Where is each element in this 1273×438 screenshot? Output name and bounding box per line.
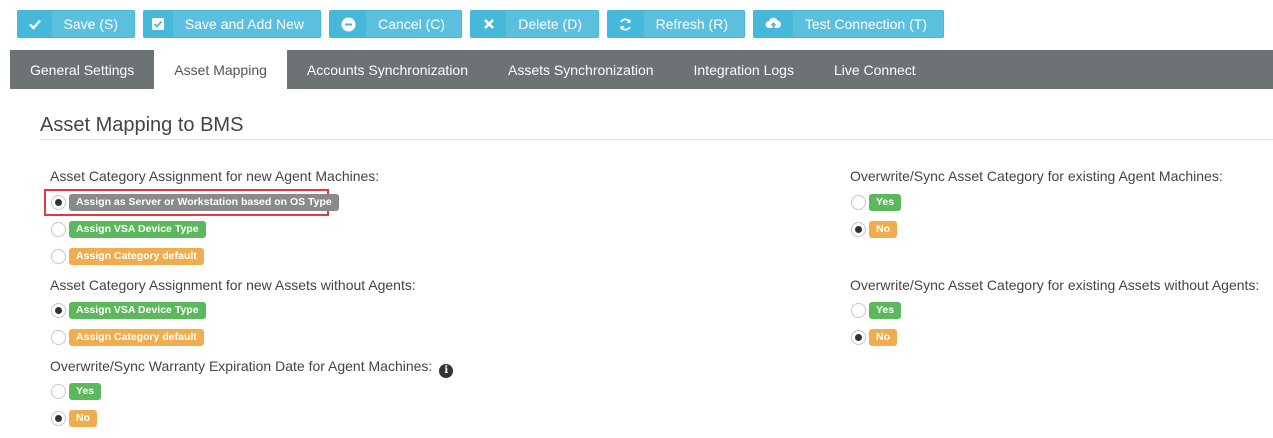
option-badge: Yes [869,301,902,319]
cancel-button[interactable]: Cancel (C) [329,10,462,38]
toolbar: Save (S) Save and Add New Cancel (C) Del… [17,10,952,38]
radio-button[interactable] [851,329,866,345]
delete-button[interactable]: Delete (D) [470,10,599,38]
save-button[interactable]: Save (S) [17,10,135,38]
option-no[interactable]: No [851,219,897,239]
tab-general-settings[interactable]: General Settings [10,50,154,89]
tab-label: Accounts Synchronization [306,61,468,78]
section-title: Asset Mapping to BMS [40,114,244,136]
tab-label: Assets Synchronization [508,61,654,78]
info-icon[interactable]: i [439,363,454,378]
tab-assets-synchronization[interactable]: Assets Synchronization [488,50,674,89]
option-yes[interactable]: Yes [851,192,902,212]
section-divider [40,139,1273,140]
tab-asset-mapping[interactable]: Asset Mapping [154,50,287,89]
option-no[interactable]: No [851,327,897,347]
radio-button[interactable] [51,302,66,318]
radio-button[interactable] [51,410,66,426]
refresh-icon [608,11,644,37]
radio-button[interactable] [51,221,66,237]
option-badge: Assign as Server or Workstation based on… [69,193,339,211]
radio-button[interactable] [51,194,66,210]
tab-label: Integration Logs [693,61,794,78]
tab-accounts-synchronization[interactable]: Accounts Synchronization [287,50,488,89]
checkbox-icon [144,11,173,37]
assets-without-agents-category-label: Asset Category Assignment for new Assets… [50,277,416,293]
save-and-add-new-button-label: Save and Add New [184,16,304,32]
tab-bar: General Settings Asset Mapping Accounts … [10,50,1273,89]
option-category-default[interactable]: Assign Category default [51,246,204,266]
tab-label: General Settings [30,61,135,78]
cancel-button-label: Cancel (C) [378,16,445,32]
option-badge: No [869,220,897,238]
cloud-upload-icon [754,11,793,37]
option-vsa-device-type[interactable]: Assign VSA Device Type [51,300,206,320]
option-badge: Assign Category default [69,247,204,265]
option-yes[interactable]: Yes [51,381,102,401]
save-button-label: Save (S) [63,16,118,32]
option-yes[interactable]: Yes [851,300,902,320]
warranty-sync-label: Overwrite/Sync Warranty Expiration Date … [50,358,433,374]
option-badge: Yes [69,382,102,400]
option-badge: Yes [869,193,902,211]
check-icon [18,11,52,37]
existing-assets-without-agents-label: Overwrite/Sync Asset Category for existi… [850,277,1260,293]
option-badge: No [869,328,897,346]
x-icon [471,11,507,37]
tab-label: Asset Mapping [174,61,267,78]
option-no[interactable]: No [51,408,97,428]
refresh-button-label: Refresh (R) [655,16,728,32]
tab-label: Live Connect [833,61,916,78]
save-and-add-new-button[interactable]: Save and Add New [143,10,321,38]
option-badge: Assign VSA Device Type [69,220,206,238]
agent-machines-category-label: Asset Category Assignment for new Agent … [50,168,380,184]
tab-integration-logs[interactable]: Integration Logs [674,50,814,89]
radio-button[interactable] [51,383,66,399]
delete-button-label: Delete (D) [518,16,582,32]
radio-button[interactable] [851,194,866,210]
refresh-button[interactable]: Refresh (R) [607,10,745,38]
option-badge: No [69,409,97,427]
test-connection-button[interactable]: Test Connection (T) [753,10,944,38]
option-category-default[interactable]: Assign Category default [51,327,204,347]
minus-circle-icon [330,11,367,37]
option-server-or-workstation[interactable]: Assign as Server or Workstation based on… [51,192,339,212]
option-badge: Assign VSA Device Type [69,301,206,319]
radio-button[interactable] [851,302,866,318]
radio-button[interactable] [851,221,866,237]
option-vsa-device-type[interactable]: Assign VSA Device Type [51,219,206,239]
radio-button[interactable] [51,248,66,264]
tab-live-connect[interactable]: Live Connect [814,50,936,89]
option-badge: Assign Category default [69,328,204,346]
test-connection-button-label: Test Connection (T) [804,16,927,32]
radio-button[interactable] [51,329,66,345]
existing-agent-machines-label: Overwrite/Sync Asset Category for existi… [850,168,1223,184]
warranty-sync-label-row: Overwrite/Sync Warranty Expiration Date … [50,358,454,378]
